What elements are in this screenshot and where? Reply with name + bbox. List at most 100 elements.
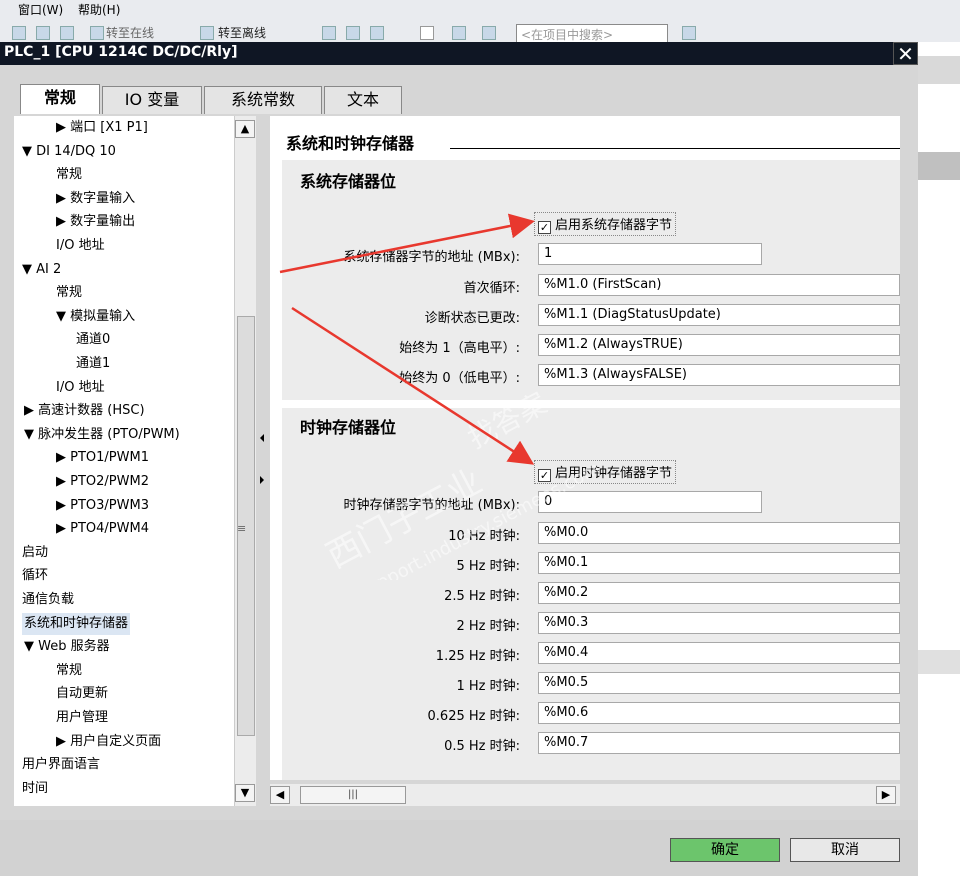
tree-item[interactable]: ▼ 模拟量输入 bbox=[56, 306, 135, 328]
tree-item[interactable]: 常规 bbox=[56, 282, 82, 304]
close-button[interactable]: ✕ bbox=[893, 42, 918, 65]
tree-item[interactable]: I/O 地址 bbox=[56, 377, 105, 399]
tree-item[interactable]: 通道0 bbox=[76, 329, 110, 351]
clock-memory-group: 时钟存储器位 ✓ 启用时钟存储器字节 时钟存储器字节的地址 (MBx): 0 10… bbox=[282, 408, 900, 780]
go-online-label[interactable]: 转至在线 bbox=[106, 24, 154, 41]
field-label: 1.25 Hz 时钟: bbox=[435, 649, 520, 664]
tree-item[interactable]: ▼ AI 2 bbox=[22, 259, 61, 281]
tree-item[interactable]: ▶ 数字量输出 bbox=[56, 211, 135, 233]
field-value[interactable]: %M1.1 (DiagStatusUpdate) bbox=[538, 304, 900, 326]
tree-item[interactable]: 通信负载 bbox=[22, 589, 74, 611]
system-memory-address-input[interactable]: 1 bbox=[538, 243, 762, 265]
tree-item[interactable]: 用户界面语言 bbox=[22, 754, 100, 776]
chevron-right-icon: ▶ bbox=[881, 788, 891, 801]
tree-item[interactable]: 自动更新 bbox=[56, 683, 108, 705]
accessible-devices-icon[interactable] bbox=[322, 26, 336, 40]
field-label: 2 Hz 时钟: bbox=[456, 619, 520, 634]
split-vertical-icon[interactable] bbox=[482, 26, 496, 40]
splitter-arrows-icon bbox=[260, 434, 264, 484]
tree-item[interactable]: ▼ 脉冲发生器 (PTO/PWM) bbox=[24, 424, 180, 446]
menu-bar: 窗口(W) 帮助(H) bbox=[0, 0, 960, 18]
menu-help[interactable]: 帮助(H) bbox=[78, 1, 120, 18]
go-offline-label[interactable]: 转至离线 bbox=[218, 24, 266, 41]
checkbox-checked-icon: ✓ bbox=[538, 469, 551, 482]
tree-item[interactable]: 系统和时钟存储器 bbox=[22, 612, 131, 635]
tree-item[interactable]: I/O 地址 bbox=[56, 235, 105, 257]
tree-item[interactable]: 时间 bbox=[22, 778, 48, 800]
field-value[interactable]: %M0.5 bbox=[538, 672, 900, 694]
dialog-footer bbox=[0, 820, 918, 876]
save-icon[interactable] bbox=[36, 26, 50, 40]
tree-item[interactable]: ▶ 高速计数器 (HSC) bbox=[24, 400, 145, 422]
field-label: 始终为 1（高电平）: bbox=[399, 341, 520, 356]
close-panel-icon[interactable] bbox=[420, 26, 434, 40]
scroll-up-button[interactable]: ▲ bbox=[235, 120, 255, 138]
cancel-button[interactable]: 取消 bbox=[790, 838, 900, 862]
field-value[interactable]: %M0.1 bbox=[538, 552, 900, 574]
field-value[interactable]: %M0.4 bbox=[538, 642, 900, 664]
tree-item[interactable]: 通道1 bbox=[76, 353, 110, 375]
field-value[interactable]: %M1.0 (FirstScan) bbox=[538, 274, 900, 296]
tree-item[interactable]: 常规 bbox=[56, 660, 82, 682]
enable-clock-memory-label: 启用时钟存储器字节 bbox=[555, 466, 673, 481]
tree-item[interactable]: 用户管理 bbox=[56, 707, 108, 729]
enable-clock-memory-checkbox[interactable]: ✓ 启用时钟存储器字节 bbox=[534, 460, 677, 484]
field-value[interactable]: %M0.3 bbox=[538, 612, 900, 634]
tree-item[interactable]: ▶ PTO1/PWM1 bbox=[56, 447, 149, 469]
tab-io-tags[interactable]: IO 变量 bbox=[102, 86, 202, 114]
tree-item[interactable]: 常规 bbox=[56, 164, 82, 186]
clock-memory-address-input[interactable]: 0 bbox=[538, 491, 762, 513]
tab-general[interactable]: 常规 bbox=[20, 84, 100, 114]
tree-item[interactable]: ▼ Web 服务器 bbox=[24, 636, 110, 658]
tree-item[interactable]: ▶ 数字量输入 bbox=[56, 188, 135, 210]
print-icon[interactable] bbox=[60, 26, 74, 40]
field-value[interactable]: %M0.2 bbox=[538, 582, 900, 604]
field-value[interactable]: %M0.0 bbox=[538, 522, 900, 544]
menu-window[interactable]: 窗口(W) bbox=[18, 1, 63, 18]
tab-system-constants[interactable]: 系统常数 bbox=[204, 86, 322, 114]
project-search-input[interactable]: <在项目中搜索> bbox=[516, 24, 668, 44]
content-horizontal-scrollbar[interactable]: ◀ ||| ▶ bbox=[270, 784, 900, 806]
field-label: 0.625 Hz 时钟: bbox=[427, 709, 520, 724]
chevron-left-icon: ◀ bbox=[275, 788, 285, 801]
start-cpu-icon[interactable] bbox=[346, 26, 360, 40]
tree-vertical-scrollbar[interactable]: ▲ ≡ ▼ bbox=[234, 116, 256, 806]
split-horizontal-icon[interactable] bbox=[452, 26, 466, 40]
settings-content: 系统和时钟存储器 系统存储器位 ✓ 启用系统存储器字节 系统存储器字节的地址 (M… bbox=[270, 116, 900, 780]
tree-item[interactable]: ▶ 端口 [X1 P1] bbox=[56, 117, 148, 139]
ok-button[interactable]: 确定 bbox=[670, 838, 780, 862]
field-label: 5 Hz 时钟: bbox=[456, 559, 520, 574]
new-project-icon[interactable] bbox=[12, 26, 26, 40]
scroll-left-button[interactable]: ◀ bbox=[270, 786, 290, 804]
close-icon: ✕ bbox=[897, 42, 914, 66]
enable-system-memory-checkbox[interactable]: ✓ 启用系统存储器字节 bbox=[534, 212, 677, 236]
chevron-up-icon: ▲ bbox=[240, 122, 250, 135]
field-value[interactable]: %M0.6 bbox=[538, 702, 900, 724]
tree-item[interactable]: ▶ PTO2/PWM2 bbox=[56, 471, 149, 493]
scroll-down-button[interactable]: ▼ bbox=[235, 784, 255, 802]
field-label: 1 Hz 时钟: bbox=[456, 679, 520, 694]
field-value[interactable]: %M0.7 bbox=[538, 732, 900, 754]
field-label: 10 Hz 时钟: bbox=[448, 529, 520, 544]
tab-texts[interactable]: 文本 bbox=[324, 86, 402, 114]
field-value[interactable]: %M1.3 (AlwaysFALSE) bbox=[538, 364, 900, 386]
go-online-icon[interactable] bbox=[90, 26, 104, 40]
section-title: 系统和时钟存储器 bbox=[286, 134, 415, 153]
tree-item[interactable]: ▶ PTO4/PWM4 bbox=[56, 518, 149, 540]
stop-cpu-icon[interactable] bbox=[370, 26, 384, 40]
background-band bbox=[918, 56, 960, 84]
tree-item[interactable]: ▶ 用户自定义页面 bbox=[56, 731, 161, 753]
tree-item[interactable]: 启动 bbox=[22, 542, 48, 564]
field-label: 2.5 Hz 时钟: bbox=[444, 589, 520, 604]
horizontal-scroll-thumb[interactable]: ||| bbox=[300, 786, 406, 804]
tree-item[interactable]: 循环 bbox=[22, 565, 48, 587]
go-offline-icon[interactable] bbox=[200, 26, 214, 40]
search-go-icon[interactable] bbox=[682, 26, 696, 40]
pane-splitter[interactable] bbox=[258, 116, 266, 806]
scroll-right-button[interactable]: ▶ bbox=[876, 786, 896, 804]
tree-item[interactable]: ▼ DI 14/DQ 10 bbox=[22, 141, 116, 163]
tree-item[interactable]: ▶ PTO3/PWM3 bbox=[56, 495, 149, 517]
toolbar: 转至在线 转至离线 <在项目中搜索> bbox=[0, 18, 960, 44]
field-value[interactable]: %M1.2 (AlwaysTRUE) bbox=[538, 334, 900, 356]
grip-icon: ||| bbox=[347, 789, 359, 800]
